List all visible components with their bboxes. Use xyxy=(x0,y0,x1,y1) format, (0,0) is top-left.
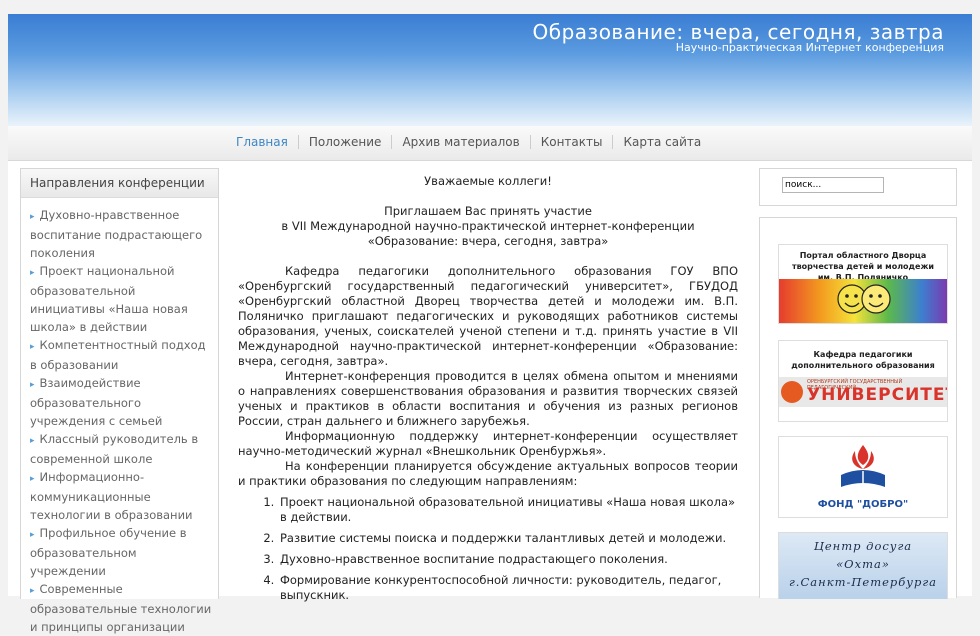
sidebar-item[interactable]: ▸ Проект национальной образовательной ини… xyxy=(30,262,212,336)
fund-logo-icon xyxy=(841,445,885,487)
okhta-banner[interactable]: Центр досуга «Охта» г.Санкт-Петербурга xyxy=(778,532,948,599)
university-logo-icon xyxy=(781,381,803,403)
bullet-icon: ▸ xyxy=(30,436,35,446)
bullet-icon: ▸ xyxy=(30,342,35,352)
bullet-icon: ▸ xyxy=(30,530,35,540)
sidebar-list: ▸ Духовно-нравственное воспитание подраст… xyxy=(21,198,218,636)
invite-line-2: в VII Международной научно-практической … xyxy=(281,219,695,248)
sidebar: Направления конференции ▸ Духовно-нравств… xyxy=(20,168,219,634)
paragraph: На конференции планируется обсуждение ак… xyxy=(238,459,738,488)
university-banner[interactable]: Кафедра педагогики дополнительного образ… xyxy=(778,340,948,422)
main-nav: Главная Положение Архив материалов Конта… xyxy=(8,126,972,161)
palace-banner-text: Портал областного Дворца творчества дете… xyxy=(791,251,935,282)
bullet-icon: ▸ xyxy=(30,474,35,484)
palace-banner[interactable]: Портал областного Дворца творчества дете… xyxy=(778,244,948,324)
sidebar-item[interactable]: ▸ Компетентностный подход в образовании xyxy=(30,336,212,374)
sidebar-item[interactable]: ▸ Взаимодействие образовательного учрежде… xyxy=(30,374,212,430)
nav-regulations[interactable]: Положение xyxy=(297,135,392,149)
university-strip: ОРЕНБУРГСКИЙ ГОСУДАРСТВЕННЫЙ ПЕДАГОГИЧЕС… xyxy=(779,377,947,407)
topic-item: Развитие системы поиска и поддержки тала… xyxy=(278,531,738,546)
fund-banner-text: ФОНД "ДОБРО" xyxy=(817,499,909,510)
banner-column: Портал областного Дворца творчества дете… xyxy=(759,217,957,599)
dept-banner-text: Кафедра педагогики дополнительного образ… xyxy=(791,350,935,370)
sidebar-item[interactable]: ▸ Профильное обучение в образовательном у… xyxy=(30,524,212,580)
invite-line-1: Приглашаем Вас принять участие xyxy=(384,204,592,218)
sidebar-item[interactable]: ▸ Классный руководитель в современной шко… xyxy=(30,430,212,468)
nav-sitemap[interactable]: Карта сайта xyxy=(612,135,711,149)
paragraph: Интернет-конференция проводится в целях … xyxy=(238,369,738,428)
topic-item: Формирование конкурентоспособной личност… xyxy=(278,573,738,603)
okhta-line-1: Центр досуга xyxy=(813,539,913,553)
greeting: Уважаемые коллеги! xyxy=(424,174,552,188)
main-content: Уважаемые коллеги! Приглашаем Вас принят… xyxy=(238,174,738,609)
topics-list: Проект национальной образовательной иниц… xyxy=(238,495,738,603)
sidebar-title: Направления конференции xyxy=(21,169,218,198)
search-panel xyxy=(759,168,957,206)
okhta-line-2: «Охта» xyxy=(836,557,890,571)
sidebar-item[interactable]: ▸ Духовно-нравственное воспитание подраст… xyxy=(30,206,212,262)
okhta-line-3: г.Санкт-Петербурга xyxy=(789,575,937,589)
nav-home[interactable]: Главная xyxy=(226,135,298,149)
search-input[interactable] xyxy=(782,177,884,193)
sidebar-item[interactable]: ▸ Информационно-коммуникационные технолог… xyxy=(30,468,212,524)
site-subtitle: Научно-практическая Интернет конференция xyxy=(675,41,944,54)
topic-item: Проект национальной образовательной иниц… xyxy=(278,495,738,525)
paragraph: Информационную поддержку интернет-конфер… xyxy=(238,429,738,458)
topic-item: Духовно-нравственное воспитание подраста… xyxy=(278,552,738,567)
nav-archive[interactable]: Архив материалов xyxy=(391,135,529,149)
paragraph: Кафедра педагогики дополнительного образ… xyxy=(238,264,738,368)
header-banner: Образование: вчера, сегодня, завтра Науч… xyxy=(8,14,972,126)
nav-contacts[interactable]: Контакты xyxy=(529,135,613,149)
page-wrapper: Образование: вчера, сегодня, завтра Науч… xyxy=(8,14,972,634)
bullet-icon: ▸ xyxy=(30,380,35,390)
bullet-icon: ▸ xyxy=(30,212,35,222)
bullet-icon: ▸ xyxy=(30,268,35,278)
university-name: УНИВЕРСИТЕТ xyxy=(807,385,948,405)
sidebar-item[interactable]: ▸ Современные образовательные технологии … xyxy=(30,580,212,636)
smiley-faces-icon xyxy=(837,284,891,314)
okhta-banner-text: Центр досуга «Охта» г.Санкт-Петербурга xyxy=(779,533,947,591)
fund-banner[interactable]: ФОНД "ДОБРО" xyxy=(778,436,948,518)
bullet-icon: ▸ xyxy=(30,586,35,596)
